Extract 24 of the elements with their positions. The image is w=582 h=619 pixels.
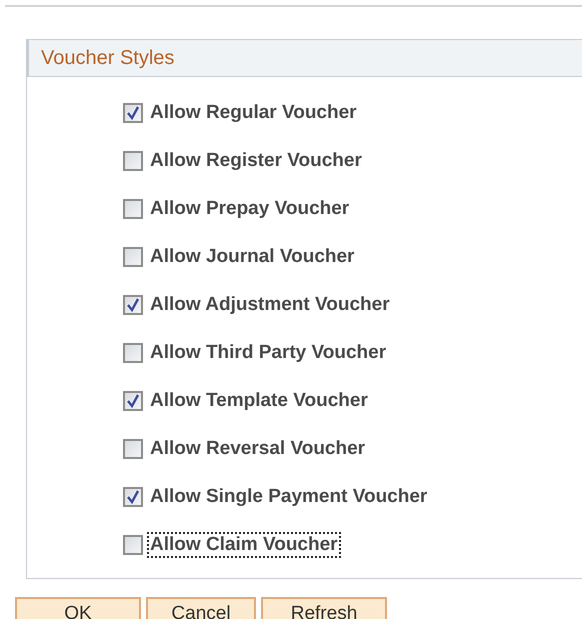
checkbox[interactable] [123,535,143,555]
checkbox[interactable] [123,391,143,411]
checkbox[interactable] [123,439,143,459]
checkbox[interactable] [123,199,143,219]
checkbox[interactable] [123,151,143,171]
checkbox-label: Allow Adjustment Voucher [149,294,391,316]
checkbox[interactable] [123,343,143,363]
checkbox-label: Allow Reversal Voucher [149,438,366,460]
checkbox-label: Allow Template Voucher [149,390,369,412]
checkbox[interactable] [123,247,143,267]
checkbox-label: Allow Journal Voucher [149,246,356,268]
checkbox-label: Allow Register Voucher [149,150,363,172]
dialog-button[interactable]: Cancel [146,597,256,619]
checkbox[interactable] [123,487,143,507]
checkbox-label: Allow Single Payment Voucher [149,486,428,508]
checkbox-label: Allow Claim Voucher [149,534,339,556]
checkbox-label: Allow Prepay Voucher [149,198,350,220]
checkbox[interactable] [123,295,143,315]
dialog-button[interactable]: Refresh [261,597,387,619]
checkbox-label: Allow Regular Voucher [149,102,358,124]
group-title: Voucher Styles [41,46,174,71]
dialog-button[interactable]: OK [15,597,141,619]
checkbox[interactable] [123,103,143,123]
checkbox-label: Allow Third Party Voucher [149,342,388,364]
